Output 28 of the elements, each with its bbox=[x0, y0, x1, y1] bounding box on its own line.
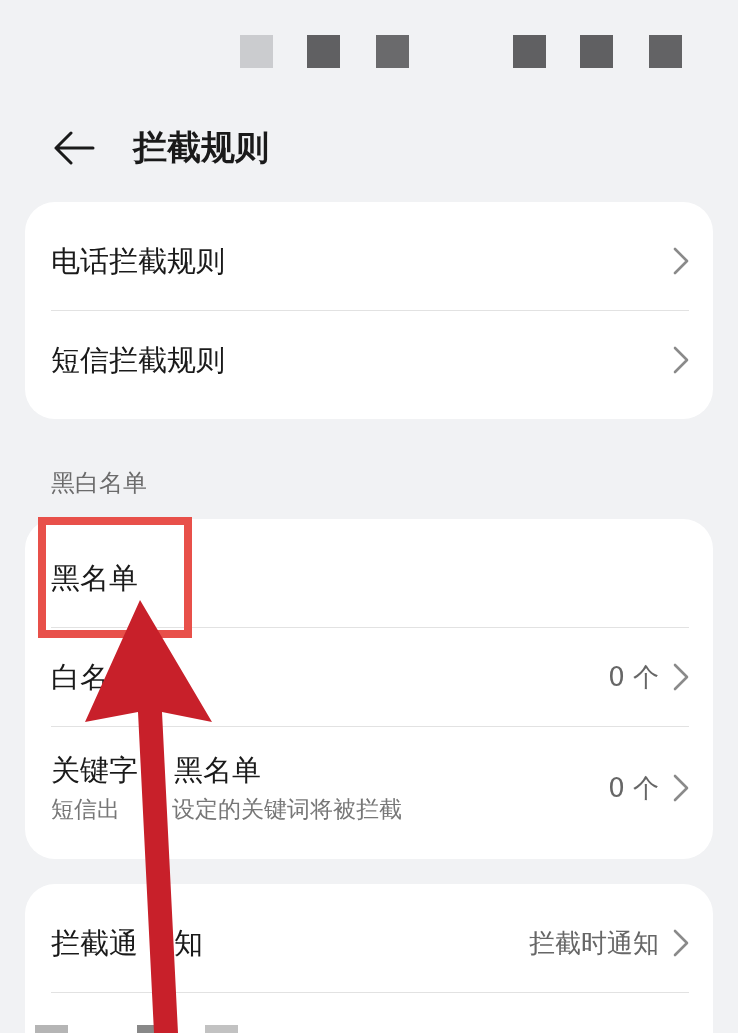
row-title: 电话拦截规则 bbox=[51, 243, 225, 279]
redaction-block bbox=[205, 1025, 238, 1033]
redaction-block bbox=[513, 35, 546, 68]
back-arrow-icon[interactable] bbox=[53, 130, 95, 165]
settings-row[interactable]: 短信拦截规则 bbox=[25, 311, 713, 409]
section-heading: 黑白名单 bbox=[50, 468, 148, 499]
redaction-block bbox=[240, 35, 273, 68]
row-title: 黑名单 bbox=[174, 752, 261, 788]
redaction-block bbox=[580, 35, 613, 68]
redaction-block bbox=[307, 35, 340, 68]
row-subtitle: 设定的关键词将被拦截 bbox=[172, 795, 402, 824]
page-title: 拦截规则 bbox=[133, 125, 269, 169]
row-value: 0 个 bbox=[608, 771, 659, 805]
settings-row[interactable]: 电话拦截规则 bbox=[25, 212, 713, 310]
row-title: 关键字 bbox=[51, 752, 138, 788]
redaction-block bbox=[35, 1025, 68, 1033]
redaction-block bbox=[376, 35, 409, 68]
row-value: 0 个 bbox=[608, 660, 659, 694]
row-subtitle: 短信出 bbox=[51, 795, 120, 824]
row-title: 短信拦截规则 bbox=[51, 342, 225, 378]
settings-row[interactable]: 黑名单 bbox=[25, 529, 713, 627]
row-title: 黑名单 bbox=[51, 560, 138, 596]
row-title: 拦截通 bbox=[51, 925, 138, 961]
row-value: 拦截时通知 bbox=[529, 926, 659, 960]
settings-row[interactable]: 关键字 黑名单 短信出 设定的关键词将被拦截 0 个 bbox=[25, 727, 713, 849]
redaction-block bbox=[649, 35, 682, 68]
settings-row[interactable]: 拦截通 知 拦截时通知 bbox=[25, 894, 713, 992]
row-title: 知 bbox=[174, 925, 203, 961]
